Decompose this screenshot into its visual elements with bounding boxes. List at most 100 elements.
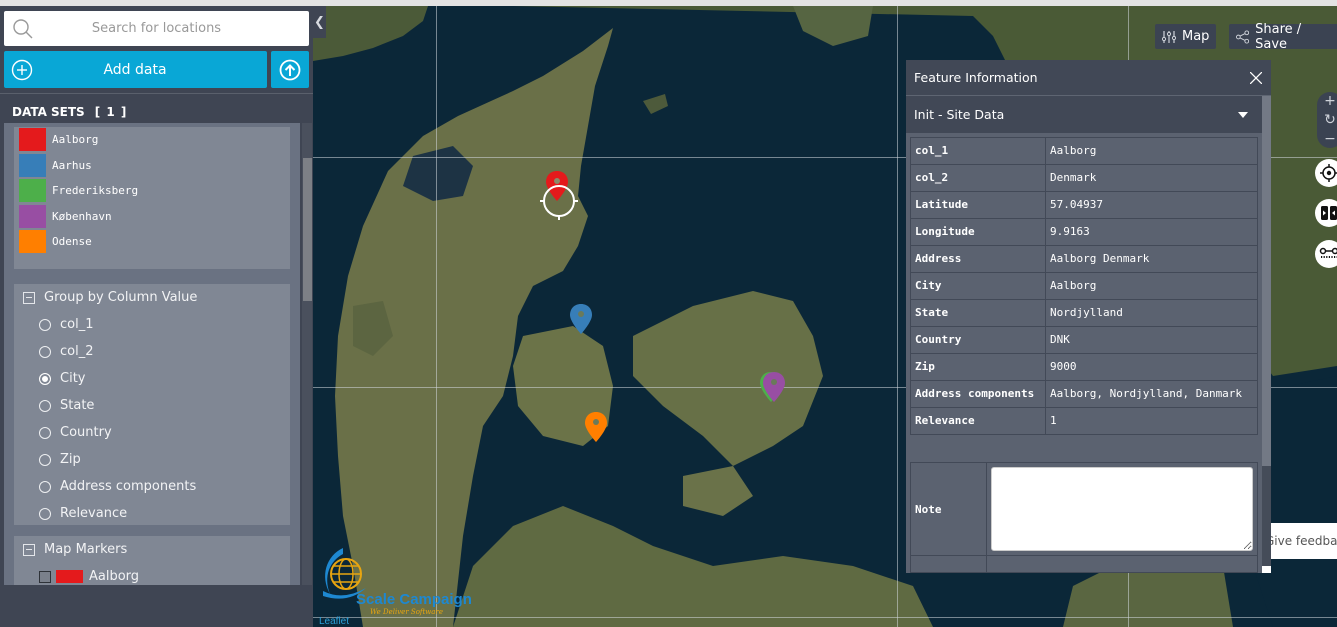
attribute-key: Address components: [910, 380, 1046, 408]
add-data-button[interactable]: Add data: [4, 51, 267, 88]
sidebar-collapse-button[interactable]: ❮: [313, 6, 326, 38]
radio-button-selected[interactable]: [39, 372, 51, 385]
attribute-key: Country: [910, 326, 1046, 354]
upload-button[interactable]: [271, 51, 309, 88]
group-by-header[interactable]: Group by Column Value: [14, 284, 290, 311]
attribute-value: Nordjylland: [1045, 299, 1258, 327]
radio-button[interactable]: [39, 426, 51, 439]
attribute-value: Denmark: [1045, 164, 1258, 192]
map-marker-kobenhavn[interactable]: [763, 372, 785, 402]
legend-swatch: [19, 153, 46, 177]
group-by-panel: Group by Column Value col_1 col_2 City S…: [14, 284, 290, 525]
legend-item[interactable]: Aarhus: [14, 153, 290, 179]
map-settings-button[interactable]: Map: [1155, 24, 1217, 49]
group-by-option[interactable]: col_2: [14, 338, 290, 365]
attribute-key: Longitude: [910, 218, 1046, 246]
legend-swatch: [19, 230, 46, 254]
attribute-row: State Nordjylland: [910, 299, 1258, 327]
group-by-option[interactable]: col_1: [14, 311, 290, 338]
marker-label: Aalborg: [89, 569, 140, 584]
note-table: Note: [910, 462, 1258, 573]
attribute-value: 1: [1045, 407, 1258, 435]
map-markers-title: Map Markers: [44, 542, 128, 557]
radio-button[interactable]: [39, 399, 51, 412]
sidebar-scrollbar-thumb[interactable]: [303, 158, 312, 301]
compare-button[interactable]: [1315, 199, 1337, 227]
search-input[interactable]: [34, 20, 279, 37]
attribute-row: Longitude 9.9163: [910, 218, 1258, 246]
group-by-option[interactable]: State: [14, 392, 290, 419]
table-row: [910, 555, 1258, 573]
share-icon: [1236, 29, 1250, 44]
group-by-option[interactable]: Country: [14, 419, 290, 446]
attribute-value: Aalborg Denmark: [1045, 245, 1258, 273]
zoom-reset-button[interactable]: ↻: [1324, 112, 1336, 128]
grid-line: [436, 6, 437, 627]
attribute-row: col_2 Denmark: [910, 164, 1258, 192]
map-marker-item[interactable]: Aalborg: [14, 563, 290, 585]
map-button-label: Map: [1182, 29, 1210, 44]
zoom-out-button[interactable]: −: [1324, 131, 1336, 147]
attribute-value: 9.9163: [1045, 218, 1258, 246]
resize-corner: [1262, 566, 1271, 573]
attribute-value: Aalborg: [1045, 137, 1258, 165]
legend-swatch: [19, 179, 46, 203]
logo-tagline: We Deliver Software: [370, 608, 443, 616]
option-label: Address components: [60, 479, 197, 494]
radio-button[interactable]: [39, 318, 51, 331]
zoom-in-button[interactable]: +: [1324, 93, 1336, 109]
attribute-value: Aalborg: [1045, 272, 1258, 300]
close-icon: [1250, 71, 1262, 84]
scale-campaign-logo: Scale Campaign We Deliver Software: [318, 546, 472, 618]
group-by-title: Group by Column Value: [44, 290, 198, 305]
map-marker-odense[interactable]: [585, 412, 607, 442]
option-label: Country: [60, 425, 112, 440]
measure-button[interactable]: [1315, 240, 1337, 268]
note-textarea[interactable]: [991, 467, 1253, 551]
option-label: col_2: [60, 344, 94, 359]
attribute-row: Address components Aalborg, Nordjylland, …: [910, 380, 1258, 408]
sidebar-scroll-area[interactable]: Aalborg Aarhus Frederiksberg København O…: [4, 123, 300, 585]
attribute-key: Address: [910, 245, 1046, 273]
note-cell: [986, 462, 1258, 556]
group-by-option[interactable]: Address components: [14, 473, 290, 500]
option-label: Relevance: [60, 506, 128, 521]
group-by-option[interactable]: City: [14, 365, 290, 392]
legend-label: Frederiksberg: [52, 184, 139, 198]
legend-item[interactable]: Aalborg: [14, 127, 290, 153]
search-box: [4, 11, 309, 46]
plus-circle-icon: [11, 59, 33, 80]
feature-info-title: Feature Information: [914, 70, 1038, 85]
map-markers-panel: Map Markers Aalborg: [14, 536, 290, 585]
split-view-icon: [1321, 206, 1337, 220]
attribute-row: col_1 Aalborg: [910, 137, 1258, 165]
map-markers-header[interactable]: Map Markers: [14, 536, 290, 563]
layer-select[interactable]: Init - Site Data: [906, 96, 1262, 133]
close-button[interactable]: [1241, 63, 1271, 93]
legend-swatch: [19, 128, 46, 152]
share-save-button[interactable]: Share / Save: [1229, 21, 1337, 52]
datasets-title: DATA SETS: [12, 104, 85, 119]
group-by-option[interactable]: Zip: [14, 446, 290, 473]
option-label: State: [60, 398, 95, 413]
chevron-left-icon: ❮: [314, 14, 325, 30]
share-button-label: Share / Save: [1255, 21, 1302, 52]
feature-info-scrollbar-thumb[interactable]: [1262, 96, 1271, 466]
legend-label: Aalborg: [52, 133, 99, 147]
group-by-option[interactable]: Relevance: [14, 500, 290, 527]
legend-item[interactable]: København: [14, 204, 290, 230]
grid-line: [897, 6, 898, 627]
radio-button[interactable]: [39, 507, 51, 520]
attribute-key: Latitude: [910, 191, 1046, 219]
map-marker-aarhus[interactable]: [570, 304, 592, 334]
legend-item[interactable]: Odense: [14, 229, 290, 255]
marker-checkbox[interactable]: [39, 570, 51, 583]
radio-button[interactable]: [39, 453, 51, 466]
radio-button[interactable]: [39, 480, 51, 493]
radio-button[interactable]: [39, 345, 51, 358]
locate-button[interactable]: [1315, 159, 1337, 187]
legend-item[interactable]: Frederiksberg: [14, 178, 290, 204]
feature-info-panel: Feature Information Init - Site Data col…: [906, 60, 1271, 573]
zoom-control: + ↻ −: [1317, 92, 1337, 148]
leaflet-attribution-link[interactable]: Leaflet: [319, 616, 349, 627]
